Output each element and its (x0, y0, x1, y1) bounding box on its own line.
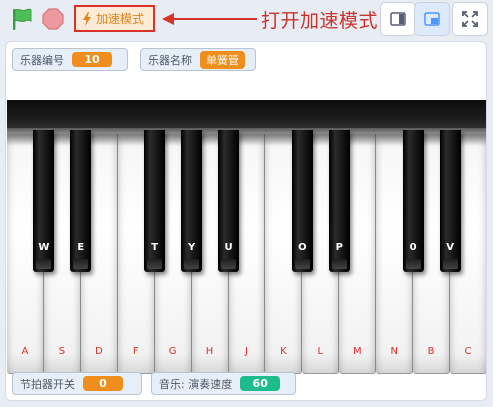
annotation-text: 打开加速模式 (261, 10, 379, 32)
black-key[interactable]: Y (181, 130, 203, 272)
green-flag-icon[interactable] (10, 7, 34, 31)
key-label: G (168, 346, 177, 357)
key-label: C (464, 346, 472, 357)
key-label: P (335, 242, 343, 253)
key-label: U (224, 242, 233, 253)
key-label: 0 (409, 242, 417, 253)
key-label: E (77, 242, 85, 253)
key-label: A (21, 346, 29, 357)
black-key[interactable]: P (328, 130, 350, 272)
player-toolbar: 加速模式 打开加速模式 (0, 0, 493, 38)
turbo-mode-highlight: 加速模式 (74, 5, 155, 32)
key-label: D (94, 346, 103, 357)
small-stage-button[interactable] (380, 2, 416, 36)
black-key[interactable]: 0 (402, 130, 424, 272)
large-stage-icon (424, 12, 440, 26)
turbo-mode-indicator[interactable]: 加速模式 (79, 10, 150, 27)
key-label: S (58, 346, 66, 357)
black-key[interactable]: O (291, 130, 313, 272)
monitor-value: 0 (83, 376, 123, 391)
key-label: Y (187, 242, 196, 253)
stage[interactable]: 乐器编号 10 乐器名称 单簧管 A S D F G H J K L M N B C W E T Y U O P 0 V… (5, 41, 487, 401)
key-label: F (132, 346, 139, 357)
fullscreen-button[interactable] (452, 2, 488, 36)
black-key[interactable]: V (439, 130, 461, 272)
key-label: O (298, 242, 307, 253)
monitor-label: 乐器编号 (20, 53, 64, 67)
lightning-icon (83, 11, 91, 26)
black-key[interactable]: T (144, 130, 166, 272)
small-stage-icon (390, 12, 406, 26)
monitor-label: 乐器名称 (148, 53, 192, 67)
fullscreen-icon (462, 11, 478, 27)
key-label: M (352, 346, 362, 357)
monitor-value: 60 (240, 376, 281, 391)
monitor-label: 音乐: 演奏速度 (159, 377, 233, 391)
key-label: K (280, 346, 287, 357)
piano-keyboard: A S D F G H J K L M N B C W E T Y U O P 0 V (7, 100, 486, 390)
key-label: H (205, 346, 214, 357)
key-label: B (427, 346, 435, 357)
key-label: J (245, 346, 248, 357)
black-key[interactable]: W (33, 130, 55, 272)
monitor-value: 单簧管 (200, 50, 245, 69)
large-stage-button[interactable] (414, 2, 450, 36)
monitor-instrument-number: 乐器编号 10 (12, 48, 128, 71)
key-label: W (38, 242, 50, 253)
turbo-mode-label: 加速模式 (96, 12, 145, 26)
monitor-label: 节拍器开关 (20, 377, 75, 391)
annotation-arrow (162, 13, 257, 25)
monitor-metronome: 节拍器开关 0 (12, 372, 142, 395)
stop-icon[interactable] (42, 8, 64, 30)
black-key[interactable]: E (70, 130, 92, 272)
key-label: V (446, 242, 454, 253)
monitor-instrument-name: 乐器名称 单簧管 (140, 48, 256, 71)
monitor-value: 10 (72, 52, 112, 67)
key-label: T (151, 242, 159, 253)
scratch-player: 加速模式 打开加速模式 乐器编号 10 乐器名称 单簧管 A S D F G H… (0, 0, 493, 407)
monitor-tempo: 音乐: 演奏速度 60 (151, 372, 296, 395)
black-key[interactable]: U (218, 130, 240, 272)
key-label: L (317, 346, 324, 357)
key-label: N (390, 346, 398, 357)
